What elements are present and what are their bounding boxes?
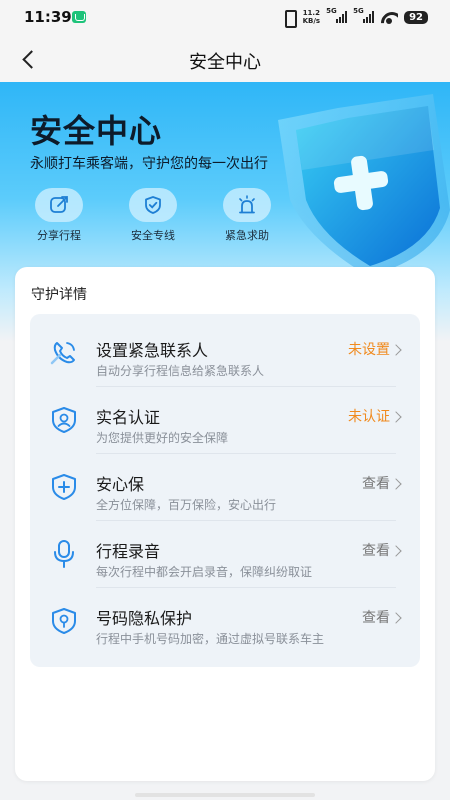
view-link: 查看 xyxy=(362,476,390,492)
shield-check-icon xyxy=(145,196,161,214)
list-item-insurance[interactable]: 安心保 全方位保障，百万保险，安心出行 查看 xyxy=(30,453,420,519)
safety-hotline-label: 安全专线 xyxy=(131,229,175,242)
sim2-type: 5G xyxy=(353,7,364,15)
view-link: 查看 xyxy=(362,543,390,559)
row-description: 为您提供更好的安全保障 xyxy=(96,431,229,445)
shield-illustration-icon xyxy=(278,94,450,276)
wifi-icon xyxy=(380,10,398,24)
protection-details-card: 守护详情 设置紧急联系人 自动分享行程信息给紧急联系人 未设置 实名认证 为您提… xyxy=(15,267,435,781)
status-time: 11:39 xyxy=(24,8,72,26)
battery-level: 92 xyxy=(404,10,428,24)
row-title: 安心保 xyxy=(96,475,145,494)
alarm-icon xyxy=(239,195,255,214)
view-link: 查看 xyxy=(362,610,390,626)
row-description: 自动分享行程信息给紧急联系人 xyxy=(96,364,265,378)
status-indicators: 11.2 KB/s 5G 5G 92 xyxy=(281,7,428,28)
row-description: 每次行程中都会开启录音，保障纠纷取证 xyxy=(96,565,313,579)
share-icon xyxy=(50,196,68,213)
list-item-emergency-contact[interactable]: 设置紧急联系人 自动分享行程信息给紧急联系人 未设置 xyxy=(30,319,420,385)
status-badge: 未认证 xyxy=(348,409,390,425)
vibrate-icon xyxy=(281,10,297,28)
safety-hotline-button[interactable]: 安全专线 xyxy=(118,188,188,243)
status-badge: 未设置 xyxy=(348,342,390,358)
lock-shield-icon xyxy=(52,608,76,634)
safety-hotline-icon-wrap xyxy=(129,188,177,222)
nav-bar: 安全中心 xyxy=(0,36,450,82)
row-title: 号码隐私保护 xyxy=(96,609,193,628)
chevron-right-icon xyxy=(390,344,402,356)
sim1-type: 5G xyxy=(326,7,337,15)
network-speed-value: 11.2 xyxy=(302,9,320,17)
section-title: 守护详情 xyxy=(31,287,87,303)
id-shield-icon xyxy=(52,407,76,433)
row-description: 全方位保障，百万保险，安心出行 xyxy=(96,498,277,512)
app-notification-icon xyxy=(72,11,86,23)
home-indicator[interactable] xyxy=(135,793,315,797)
microphone-icon xyxy=(54,540,74,568)
network-speed: 11.2 KB/s xyxy=(303,9,320,25)
network-speed-unit: KB/s xyxy=(302,17,321,25)
chevron-right-icon xyxy=(390,612,402,624)
hero-subtitle: 永顺打车乘客端，守护您的每一次出行 xyxy=(30,156,268,172)
row-title: 行程录音 xyxy=(96,542,161,561)
signal-1-icon: 5G xyxy=(326,7,348,23)
signal-2-icon: 5G xyxy=(353,7,375,23)
list-item-number-privacy[interactable]: 号码隐私保护 行程中手机号码加密，通过虚拟号联系车主 查看 xyxy=(30,587,420,653)
emergency-help-button[interactable]: 紧急求助 xyxy=(212,188,282,243)
share-trip-icon-wrap xyxy=(35,188,83,222)
page-title: 安全中心 xyxy=(189,52,261,73)
list-item-trip-recording[interactable]: 行程录音 每次行程中都会开启录音，保障纠纷取证 查看 xyxy=(30,520,420,586)
emergency-help-label: 紧急求助 xyxy=(225,229,269,242)
chevron-right-icon xyxy=(390,545,402,557)
chevron-right-icon xyxy=(390,478,402,490)
share-trip-button[interactable]: 分享行程 xyxy=(24,188,94,243)
list-item-real-name-auth[interactable]: 实名认证 为您提供更好的安全保障 未认证 xyxy=(30,386,420,452)
phone-icon xyxy=(50,342,75,365)
row-title: 实名认证 xyxy=(96,408,161,427)
share-trip-label: 分享行程 xyxy=(37,229,81,242)
emergency-help-icon-wrap xyxy=(223,188,271,222)
status-bar: 11:39 11.2 KB/s 5G 5G 92 xyxy=(0,0,450,36)
protection-list: 设置紧急联系人 自动分享行程信息给紧急联系人 未设置 实名认证 为您提供更好的安… xyxy=(30,314,420,667)
plus-shield-icon xyxy=(52,474,76,500)
row-title: 设置紧急联系人 xyxy=(96,341,209,360)
row-description: 行程中手机号码加密，通过虚拟号联系车主 xyxy=(96,632,325,646)
chevron-right-icon xyxy=(390,411,402,423)
hero-title: 安全中心 xyxy=(30,112,163,150)
